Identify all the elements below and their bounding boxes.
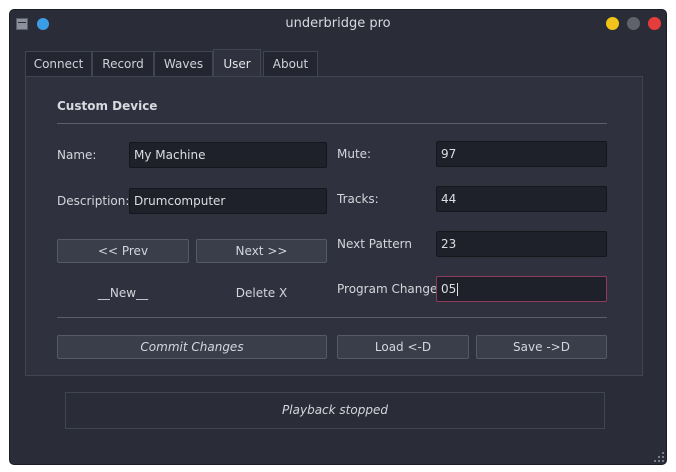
new-device-button[interactable]: __New__	[57, 286, 189, 300]
tab-connect[interactable]: Connect	[25, 51, 92, 76]
description-label: Description:	[57, 194, 130, 208]
app-window: underbridge pro Connect Record Waves Use…	[10, 10, 666, 464]
section-title: Custom Device	[57, 99, 158, 113]
name-field[interactable]: My Machine	[129, 142, 327, 168]
delete-device-button[interactable]: Delete X	[196, 286, 327, 300]
description-field[interactable]: Drumcomputer	[129, 188, 327, 214]
name-label: Name:	[57, 148, 97, 162]
minimize-button[interactable]	[606, 17, 619, 30]
mute-label: Mute:	[337, 147, 372, 161]
program-change-field[interactable]: 05	[436, 276, 607, 302]
program-change-label: Program Change:	[337, 282, 442, 296]
tracks-field[interactable]: 44	[436, 186, 607, 212]
next-pattern-field[interactable]: 23	[436, 231, 607, 257]
resize-grip-icon[interactable]	[654, 452, 664, 462]
close-button[interactable]	[648, 17, 661, 30]
prev-button[interactable]: << Prev	[57, 239, 189, 263]
next-button[interactable]: Next >>	[196, 239, 327, 263]
text-caret	[457, 283, 459, 296]
load-button[interactable]: Load <-D	[337, 335, 469, 359]
window-title: underbridge pro	[285, 16, 391, 31]
save-button[interactable]: Save ->D	[476, 335, 607, 359]
user-tab-panel: Custom Device Name: My Machine Descripti…	[25, 76, 643, 376]
maximize-button[interactable]	[627, 17, 640, 30]
tracks-label: Tracks:	[337, 192, 379, 206]
commit-changes-button[interactable]: Commit Changes	[57, 335, 327, 359]
mute-field[interactable]: 97	[436, 141, 607, 167]
status-bar: Playback stopped	[65, 392, 605, 429]
next-pattern-label: Next Pattern	[337, 237, 412, 251]
actions-divider	[57, 317, 607, 318]
tab-waves[interactable]: Waves	[154, 51, 213, 76]
title-bar[interactable]: underbridge pro	[10, 10, 666, 37]
tab-record[interactable]: Record	[92, 51, 154, 76]
tab-about[interactable]: About	[263, 51, 318, 76]
tab-user[interactable]: User	[213, 49, 261, 77]
section-divider	[57, 123, 607, 124]
program-change-value: 05	[441, 282, 457, 296]
